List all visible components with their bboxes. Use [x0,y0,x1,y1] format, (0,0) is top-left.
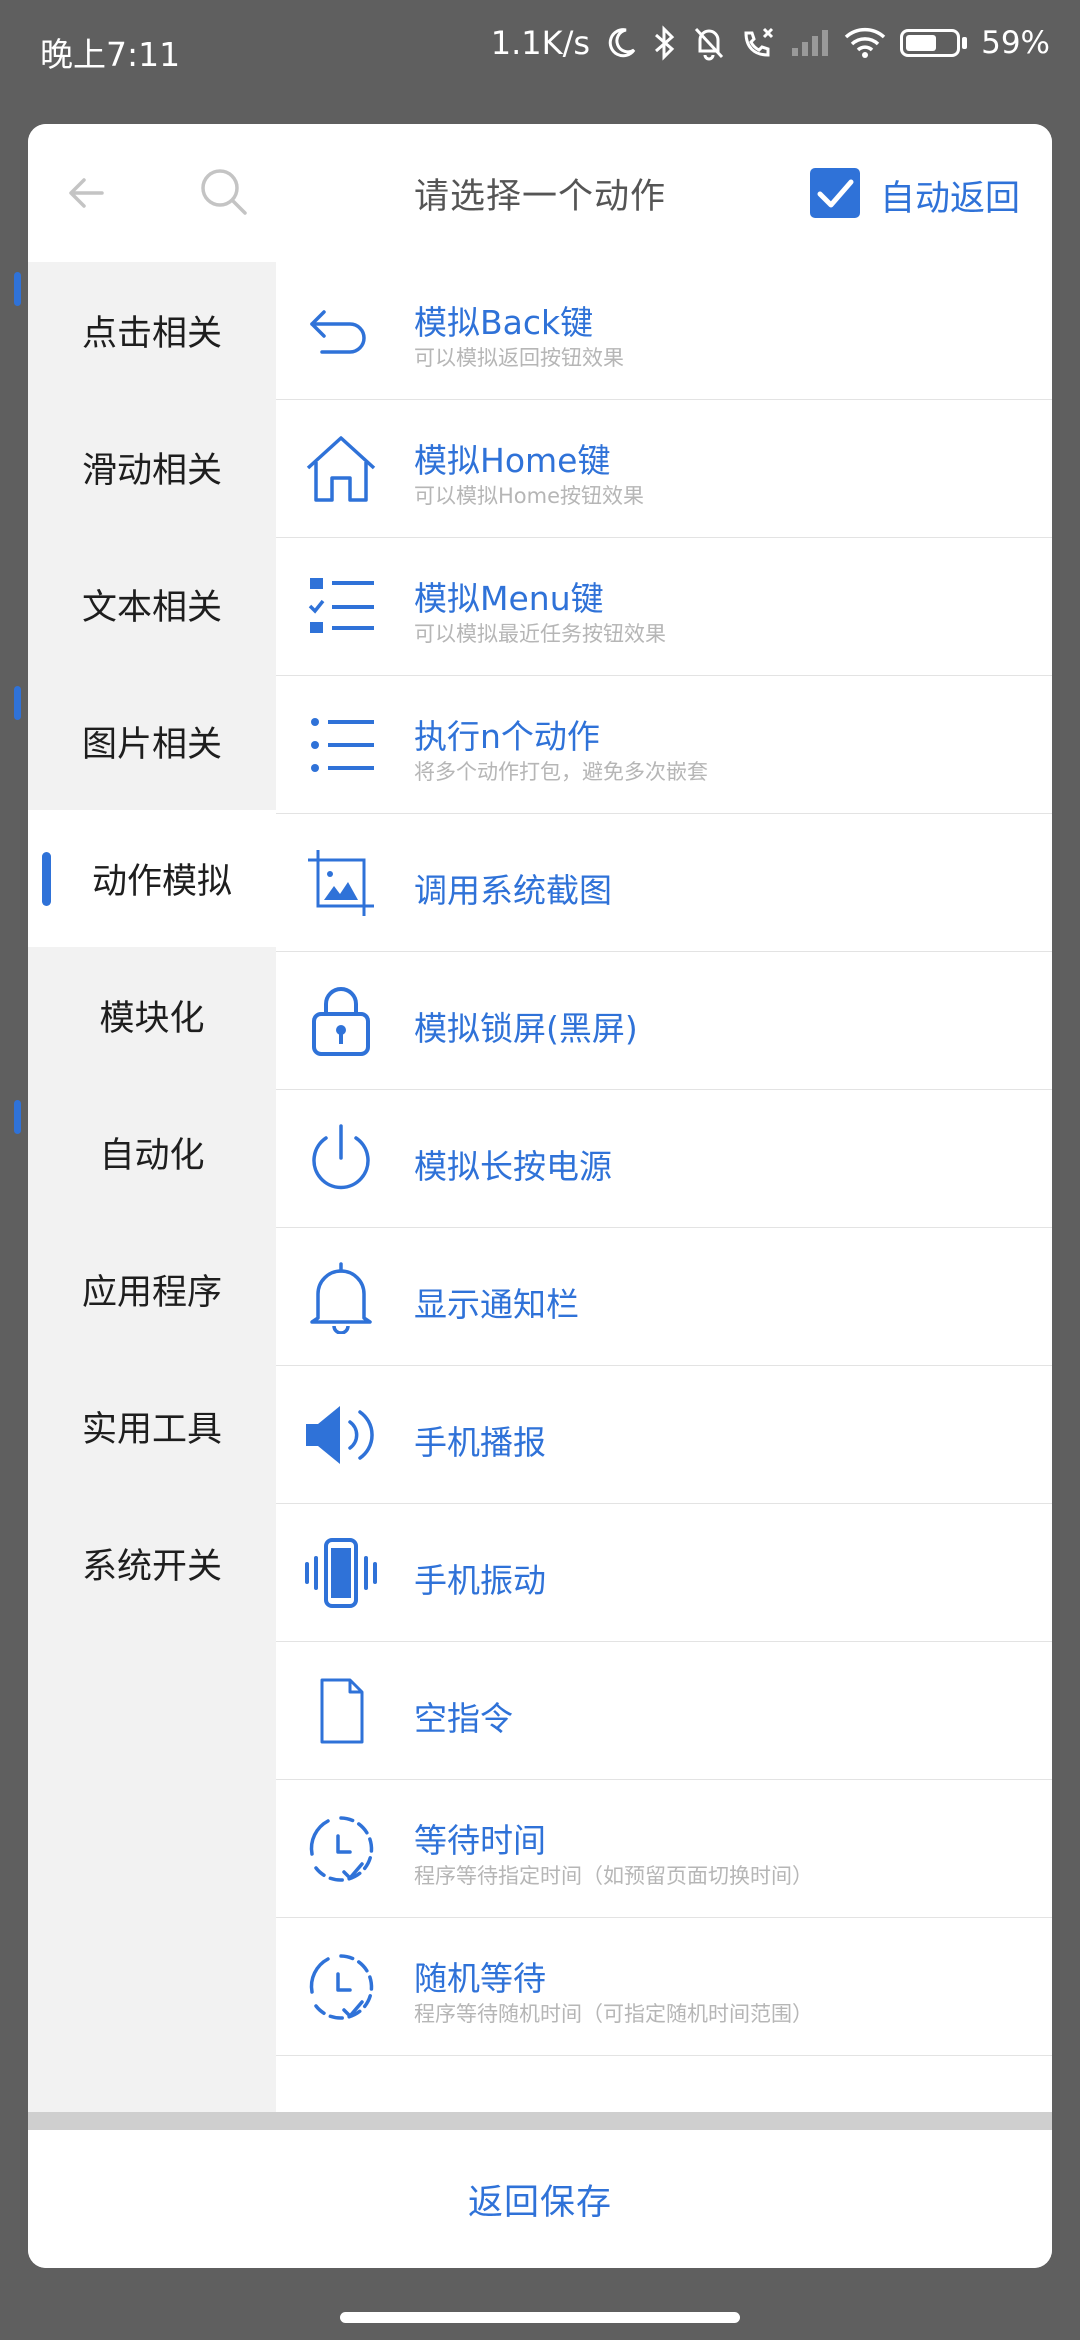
back-arrow-icon [310,310,366,354]
sidebar-item-text[interactable]: 文本相关 [28,536,276,673]
list-item[interactable]: 调用系统截图 [276,814,1052,952]
active-indicator [42,852,51,906]
auto-return-label[interactable]: 自动返回 [880,170,1020,221]
home-indicator[interactable] [340,2312,740,2323]
action-title: 模拟锁屏(黑屏) [414,1009,638,1048]
sidebar-item-action-simulation[interactable]: 动作模拟 [28,810,276,947]
net-speed: 1.1K/s [490,24,591,62]
action-title: 模拟Home键 [414,441,611,480]
list-icon [311,718,374,772]
checklist-icon [308,578,374,633]
background-marker [14,272,21,306]
list-item[interactable]: 随机等待 程序等待随机时间（可指定随机时间范围） [276,1918,1052,2056]
action-title: 模拟Back键 [414,303,594,342]
blank-file-icon [320,1678,364,1744]
sidebar-item-label: 模块化 [99,999,205,1039]
list-item[interactable]: 执行n个动作 将多个动作打包，避免多次嵌套 [276,676,1052,814]
action-title: 模拟长按电源 [414,1147,612,1186]
action-title: 执行n个动作 [414,717,600,756]
sidebar-item-modular[interactable]: 模块化 [28,947,276,1084]
sidebar-item-label: 文本相关 [81,588,222,628]
sidebar-item-label: 点击相关 [81,314,222,354]
action-title: 调用系统截图 [414,871,612,910]
action-title: 显示通知栏 [414,1285,579,1324]
wifi-icon [844,27,886,59]
status-bar: 晚上7:11 1.1K/s 59% [0,0,1080,100]
list-item[interactable]: 模拟锁屏(黑屏) [276,952,1052,1090]
sidebar-item-image[interactable]: 图片相关 [28,673,276,810]
action-subtitle: 可以模拟返回按钮效果 [414,346,624,370]
battery-icon [900,29,968,57]
action-subtitle: 程序等待指定时间（如预留页面切换时间） [414,1864,813,1888]
bluetooth-icon [652,25,678,61]
dialog-header: 请选择一个动作 自动返回 [28,124,1052,263]
sidebar-item-label: 自动化 [99,1136,205,1176]
list-item[interactable]: 空指令 [276,1642,1052,1780]
lock-icon [312,987,370,1056]
battery-percent: 59% [981,25,1050,61]
sidebar-item-apps[interactable]: 应用程序 [28,1221,276,1358]
sidebar-item-swipe[interactable]: 滑动相关 [28,399,276,536]
sidebar-item-label: 图片相关 [81,725,222,765]
screenshot-icon [308,850,374,916]
action-list: 模拟Back键 可以模拟返回按钮效果 模拟Home键 可以模拟Home按钮效果 … [276,262,1052,2112]
bell-icon [310,1262,372,1334]
list-item[interactable]: 模拟长按电源 [276,1090,1052,1228]
action-subtitle: 程序等待随机时间（可指定随机时间范围） [414,2002,813,2026]
timer-icon [309,1816,374,1882]
category-sidebar: 点击相关 滑动相关 文本相关 图片相关 动作模拟 模块化 自动化 应用程序 实用… [28,262,276,2112]
action-title: 空指令 [414,1699,513,1738]
action-subtitle: 将多个动作打包，避免多次嵌套 [414,760,708,784]
list-item[interactable]: 模拟Menu键 可以模拟最近任务按钮效果 [276,538,1052,676]
action-picker-dialog: 请选择一个动作 自动返回 点击相关 滑动相关 文本相关 图片相关 动作模拟 模块… [28,124,1052,2268]
bell-muted-icon [692,25,726,61]
return-save-button[interactable]: 返回保存 [28,2174,1052,2225]
status-icons: 1.1K/s 59% [491,24,1050,62]
list-item[interactable]: 手机振动 [276,1504,1052,1642]
sidebar-item-tools[interactable]: 实用工具 [28,1358,276,1495]
sidebar-item-label: 实用工具 [81,1410,222,1450]
power-icon [312,1124,370,1190]
speaker-icon [306,1406,374,1464]
random-timer-icon [309,1954,374,2020]
status-time: 晚上7:11 [40,35,181,74]
sidebar-item-label: 滑动相关 [81,451,222,491]
list-item[interactable]: 模拟Home键 可以模拟Home按钮效果 [276,400,1052,538]
action-title: 随机等待 [414,1959,546,1998]
checkmark-icon [817,179,854,208]
action-title: 模拟Menu键 [414,579,604,618]
list-item[interactable]: 模拟Back键 可以模拟返回按钮效果 [276,262,1052,400]
action-title: 手机播报 [414,1423,546,1462]
background-marker [14,686,21,720]
sidebar-item-label: 应用程序 [81,1273,222,1313]
footer-divider [28,2112,1052,2130]
auto-return-checkbox[interactable] [810,168,860,218]
action-subtitle: 可以模拟Home按钮效果 [414,484,645,508]
sidebar-item-label: 系统开关 [81,1547,222,1587]
moon-icon [604,26,638,60]
signal-icon [790,28,830,58]
action-title: 手机振动 [414,1561,546,1600]
action-title: 等待时间 [414,1821,546,1860]
sidebar-item-label: 动作模拟 [91,862,232,902]
call-muted-icon [740,25,776,61]
sidebar-item-automation[interactable]: 自动化 [28,1084,276,1221]
action-subtitle: 可以模拟最近任务按钮效果 [414,622,666,646]
background-marker [14,1100,21,1134]
list-item[interactable]: 显示通知栏 [276,1228,1052,1366]
home-icon [306,436,376,502]
list-item[interactable]: 手机播报 [276,1366,1052,1504]
sidebar-item-system-switches[interactable]: 系统开关 [28,1495,276,1632]
dialog-footer: 返回保存 [28,2130,1052,2268]
list-item[interactable]: 等待时间 程序等待指定时间（如预留页面切换时间） [276,1780,1052,1918]
vibrate-icon [305,1538,377,1608]
sidebar-item-click[interactable]: 点击相关 [28,262,276,399]
